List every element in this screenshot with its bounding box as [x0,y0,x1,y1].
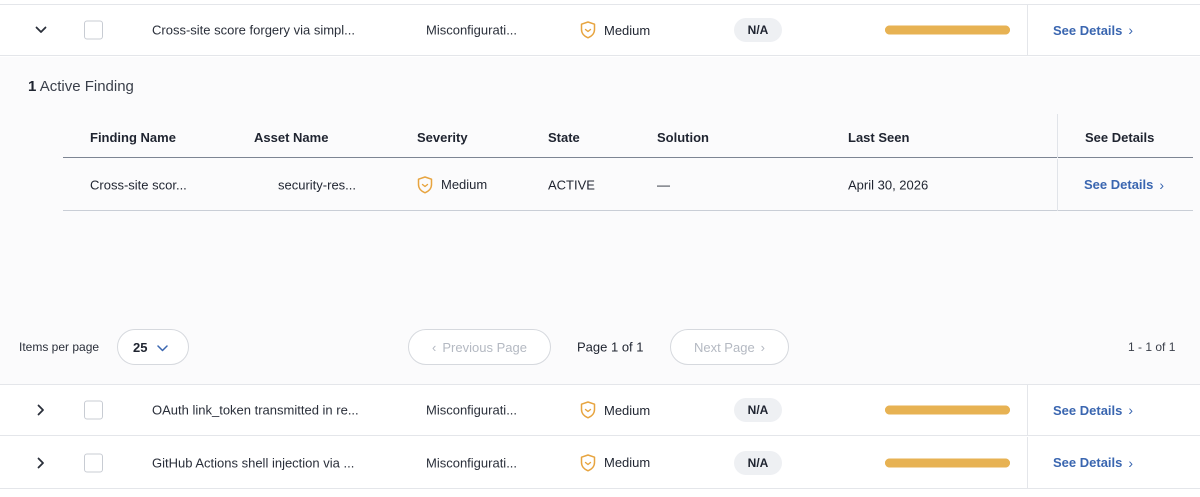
progress-fill [885,25,1010,35]
row-checkbox[interactable] [84,400,103,420]
progress-bar [885,405,1010,415]
chevron-left-icon: ‹ [432,339,437,355]
items-per-page-value: 25 [133,339,148,355]
severity-label: Medium [604,402,651,418]
col-asset-name[interactable]: Asset Name [254,130,328,145]
finding-row[interactable]: OAuth link_token transmitted in re... Mi… [0,384,1200,436]
progress-fill [885,458,1010,467]
asset-name-cell: security-res... [278,177,357,192]
finding-title: GitHub Actions shell injection via ... [152,455,355,470]
active-count: 1 [28,78,37,95]
finding-title: Cross-site score forgery via simpl... [152,22,355,38]
previous-page-label: Previous Page [442,339,527,355]
state-cell: ACTIVE [548,177,595,192]
see-details-label: See Details [1084,177,1154,192]
progress-bar [885,458,1010,467]
row-checkbox[interactable] [84,453,103,472]
items-per-page-select[interactable]: 25 [117,329,189,365]
shield-icon [580,401,596,419]
finding-row[interactable]: Cross-site score forgery via simpl... Mi… [0,4,1200,56]
chevron-right-icon[interactable] [34,456,48,470]
shield-icon [580,21,596,39]
see-details-label: See Details [1053,402,1123,418]
chevron-down-icon[interactable] [34,23,48,37]
items-per-page-label: Items per page [19,340,100,354]
col-state[interactable]: State [548,130,580,145]
severity-label: Medium [441,177,488,192]
chevron-right-icon: › [760,339,766,355]
next-page-button[interactable]: Next Page › [670,329,789,365]
severity-cell: Medium [580,453,651,472]
column-divider [1057,114,1058,158]
active-findings-title: 1 Active Finding [28,78,134,95]
progress-bar [885,25,1010,35]
chevron-right-icon: › [1128,454,1134,471]
finding-title: OAuth link_token transmitted in re... [152,402,359,418]
chevron-right-icon[interactable] [34,403,48,417]
col-solution[interactable]: Solution [657,130,709,145]
chevron-right-icon: › [1159,176,1165,193]
finding-row[interactable]: GitHub Actions shell injection via ... M… [0,437,1200,489]
chevron-right-icon: › [1128,22,1134,38]
severity-cell: Medium [580,401,650,419]
status-badge: N/A [734,450,782,475]
status-badge: N/A [734,18,782,42]
severity-cell: Medium [580,21,650,39]
severity-label: Medium [604,22,651,38]
results-range: 1 - 1 of 1 [1128,340,1176,354]
chevron-right-icon: › [1128,402,1134,418]
finding-name-cell: Cross-site scor... [90,177,187,192]
table-row[interactable]: Cross-site scor... security-res... Mediu… [63,159,1193,211]
shield-icon [580,453,596,472]
shield-icon [417,175,433,194]
col-severity[interactable]: Severity [417,130,468,145]
see-details-label: See Details [1053,455,1123,470]
finding-category: Misconfigurati... [426,455,518,470]
next-page-label: Next Page [693,339,755,355]
col-last-seen[interactable]: Last Seen [848,130,909,145]
previous-page-button[interactable]: ‹ Previous Page [408,329,551,365]
column-divider [1027,385,1028,435]
column-divider [1057,159,1058,211]
row-checkbox[interactable] [84,20,103,40]
column-divider [1027,5,1028,55]
findings-table-header: Finding Name Asset Name Severity State S… [63,114,1193,158]
active-label: Active Finding [39,78,134,95]
finding-category: Misconfigurati... [426,22,518,38]
see-details-link[interactable]: See Details › [1084,177,1164,193]
status-badge: N/A [734,398,782,422]
page-info: Page 1 of 1 [577,339,644,355]
chevron-down-icon [157,340,169,355]
severity-cell: Medium [417,175,488,194]
column-divider [1027,437,1028,488]
col-finding-name[interactable]: Finding Name [90,130,176,145]
see-details-link[interactable]: See Details › [1053,22,1133,38]
last-seen-cell: April 30, 2026 [848,177,929,192]
see-details-link[interactable]: See Details › [1053,455,1133,471]
pagination-bar: Items per page 25 ‹ Previous Page Page 1… [0,329,1200,365]
finding-category: Misconfigurati... [426,402,518,418]
severity-label: Medium [604,455,651,470]
col-see-details: See Details [1085,130,1155,145]
see-details-link[interactable]: See Details › [1053,402,1133,418]
see-details-label: See Details [1053,22,1123,38]
solution-cell: — [657,177,670,192]
progress-fill [885,405,1010,415]
